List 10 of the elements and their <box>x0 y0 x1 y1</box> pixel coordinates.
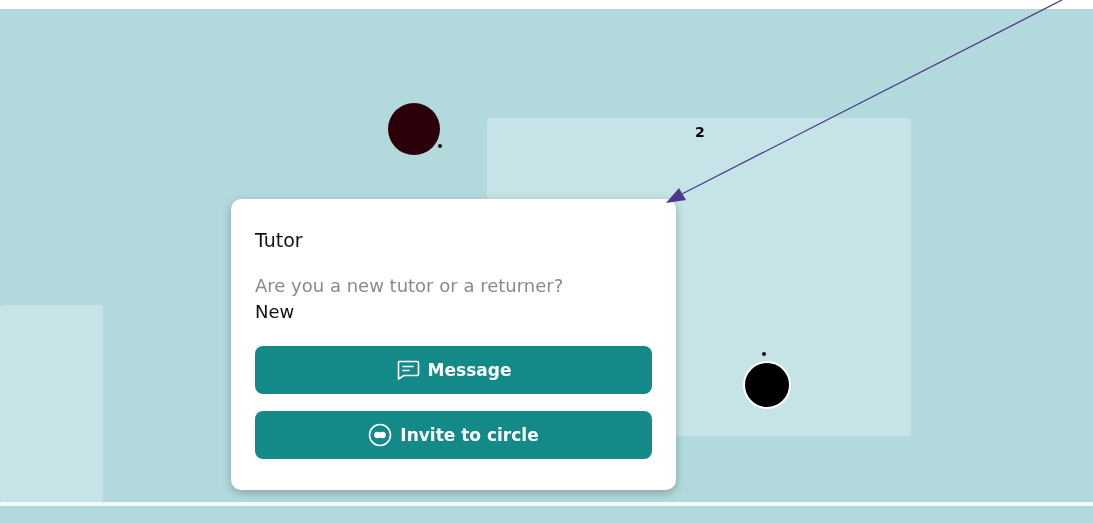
card-title: Tutor <box>255 229 304 251</box>
tile-label: 2 <box>695 124 705 140</box>
invite-button[interactable]: Invite to circle <box>255 411 652 459</box>
marker-point <box>762 352 766 356</box>
question-text: Are you a new tutor or a returner? <box>255 275 565 296</box>
circle-icon <box>368 423 393 447</box>
chat-icon <box>395 360 420 380</box>
marker-point <box>438 144 442 148</box>
message-button[interactable]: Message <box>255 346 652 394</box>
answer-text: New <box>255 301 296 322</box>
